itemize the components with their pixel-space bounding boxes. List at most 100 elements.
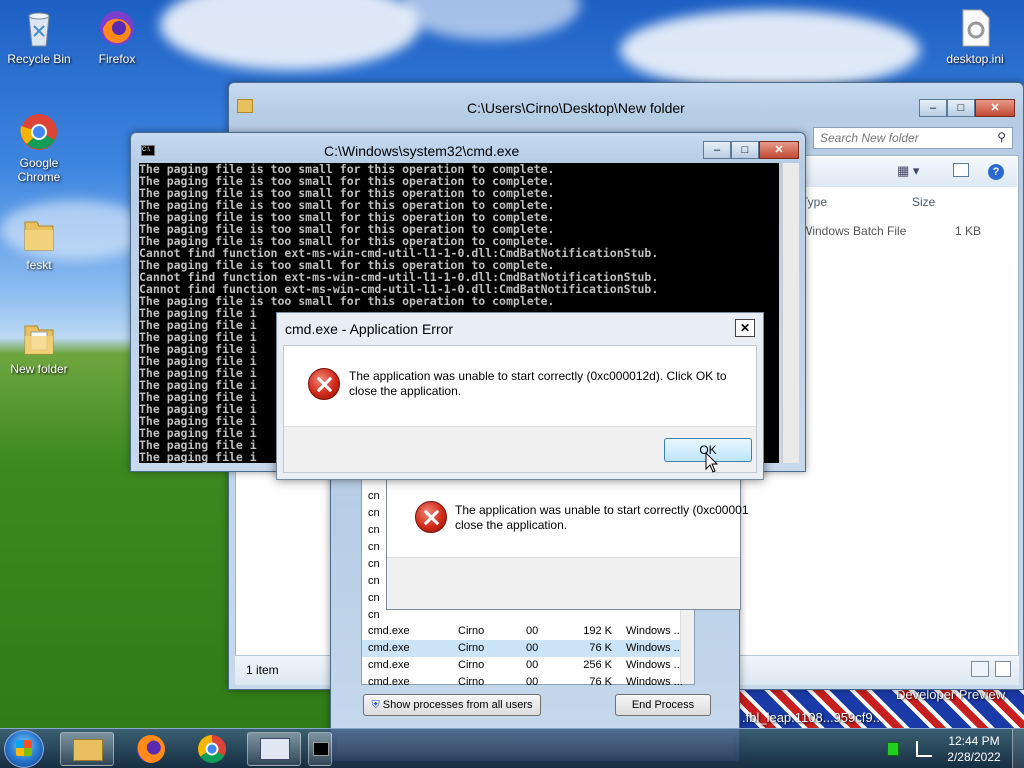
process-user: Cirno — [458, 642, 485, 654]
error-dialog-behind: The application was unable to start corr… — [386, 476, 749, 610]
error-icon — [308, 368, 340, 400]
desktop-icon-label: desktop.ini — [946, 52, 1004, 66]
preview-pane-button[interactable] — [953, 163, 969, 177]
desktop-icon-label: New folder — [10, 362, 68, 376]
taskbar-chrome-button[interactable] — [185, 732, 239, 766]
process-description: Windows ... — [626, 676, 683, 688]
watermark-build: .fbl_leap.1108...959cf9... — [742, 710, 884, 725]
process-memory: 76 K — [589, 676, 612, 688]
desktop-icon-feskt[interactable]: feskt — [0, 214, 78, 272]
folder-icon — [19, 214, 59, 254]
search-placeholder: Search New folder — [820, 131, 919, 145]
process-name: cn — [368, 541, 380, 553]
process-name: cn — [368, 558, 380, 570]
chrome-icon — [198, 735, 226, 763]
error-message-line1: The application was unable to start corr… — [349, 369, 727, 383]
process-user: Cirno — [458, 676, 485, 688]
error-dialog[interactable]: cmd.exe - Application Error ✕ The applic… — [276, 312, 764, 480]
process-description: Windows ... — [626, 625, 683, 637]
process-description: Windows ... — [626, 659, 683, 671]
clock-time[interactable]: 12:44 PM — [948, 734, 1000, 748]
minimize-button[interactable]: – — [703, 141, 731, 159]
desktop-icon-label: Google Chrome — [17, 156, 61, 184]
process-memory: 256 K — [583, 659, 612, 671]
taskbar-firefox-button[interactable] — [124, 732, 178, 766]
chrome-icon — [19, 112, 59, 152]
show-all-processes-button[interactable]: ⛨ Show processes from all users — [363, 694, 541, 716]
cmd-icon: C:\ — [141, 145, 155, 156]
cmd-title: C:\Windows\system32\cmd.exe — [324, 143, 520, 159]
search-icon: ⚲ — [997, 130, 1006, 144]
dialog-body: The application was unable to start corr… — [283, 345, 757, 473]
file-type: Windows Batch File — [801, 224, 907, 238]
process-name: cmd.exe — [368, 642, 410, 654]
windows-logo-icon — [16, 740, 32, 756]
firefox-icon — [97, 8, 137, 48]
process-cpu: 00 — [526, 659, 539, 671]
error-message-line2: close the application. — [455, 518, 568, 532]
desktop-icon-recycle-bin[interactable]: Recycle Bin — [0, 8, 78, 66]
settings-file-icon — [955, 8, 995, 48]
desktop-icon-label: feskt — [26, 258, 52, 272]
large-icons-view-icon[interactable] — [995, 661, 1011, 677]
table-row[interactable]: cmd.exe Cirno 00 256 K Windows ... — [362, 657, 692, 674]
end-process-button[interactable]: End Process — [615, 694, 711, 716]
taskbar: 12:44 PM 2/28/2022 — [0, 728, 1024, 768]
process-name: cmd.exe — [368, 625, 410, 637]
error-message-line2: close the application. — [349, 384, 462, 398]
help-icon[interactable]: ? — [988, 164, 1004, 180]
details-view-icon[interactable] — [971, 661, 989, 677]
process-name: cmd.exe — [368, 676, 410, 688]
table-row[interactable]: cmd.exe Cirno 00 76 K Windows ... — [362, 674, 692, 691]
process-name: cn — [368, 507, 380, 519]
table-row[interactable]: cmd.exe Cirno 00 192 K Windows ... — [362, 623, 692, 640]
process-name: cn — [368, 490, 380, 502]
column-header-size[interactable]: Size — [912, 195, 935, 209]
network-icon[interactable] — [916, 741, 932, 757]
item-count: 1 item — [246, 663, 279, 677]
button-area — [387, 557, 740, 609]
file-size: 1 KB — [955, 224, 982, 238]
taskbar-explorer-button[interactable] — [60, 732, 114, 766]
maximize-button[interactable]: □ — [947, 99, 975, 117]
maximize-button[interactable]: □ — [731, 141, 759, 159]
show-desktop-button[interactable] — [1012, 729, 1024, 768]
close-button[interactable]: ✕ — [735, 319, 755, 337]
process-name: cn — [368, 575, 380, 587]
process-name: cn — [368, 609, 380, 621]
folder-icon — [73, 739, 103, 761]
process-memory: 192 K — [583, 625, 612, 637]
process-cpu: 00 — [526, 625, 539, 637]
process-name: cn — [368, 592, 380, 604]
taskbar-task-manager-button[interactable] — [247, 732, 301, 766]
explorer-title: C:\Users\Cirno\Desktop\New folder — [467, 100, 685, 116]
desktop-icon-label: Recycle Bin — [7, 52, 71, 66]
taskbar-cmd-button[interactable] — [308, 732, 332, 766]
desktop-icon-chrome[interactable]: Google Chrome — [0, 112, 78, 184]
clock-date[interactable]: 2/28/2022 — [944, 750, 1004, 764]
tray-status-icon[interactable] — [887, 742, 899, 756]
process-memory: 76 K — [589, 642, 612, 654]
view-options-button[interactable]: ▦ ▾ — [897, 163, 919, 179]
desktop-icon-desktop-ini[interactable]: desktop.ini — [936, 8, 1014, 66]
process-user: Cirno — [458, 659, 485, 671]
folder-icon — [19, 318, 59, 358]
close-button[interactable]: ✕ — [759, 141, 799, 159]
desktop-icon-firefox[interactable]: Firefox — [78, 8, 156, 66]
error-icon — [415, 501, 447, 533]
minimize-button[interactable]: – — [919, 99, 947, 117]
task-manager-icon — [260, 738, 290, 760]
shield-icon: ⛨ — [371, 699, 380, 711]
close-button[interactable]: ✕ — [975, 99, 1015, 117]
process-description: Windows ... — [626, 642, 683, 654]
dialog-title: cmd.exe - Application Error — [285, 321, 454, 337]
table-row[interactable]: cmd.exe Cirno 00 76 K Windows ... — [362, 640, 692, 657]
firefox-icon — [137, 735, 165, 763]
process-cpu: 00 — [526, 642, 539, 654]
desktop-icon-new-folder[interactable]: New folder — [0, 318, 78, 376]
console-scrollbar[interactable] — [782, 163, 799, 463]
mouse-cursor — [705, 452, 719, 473]
process-user: Cirno — [458, 625, 485, 637]
search-box[interactable]: Search New folder ⚲ — [813, 127, 1013, 149]
process-cpu: 00 — [526, 676, 539, 688]
